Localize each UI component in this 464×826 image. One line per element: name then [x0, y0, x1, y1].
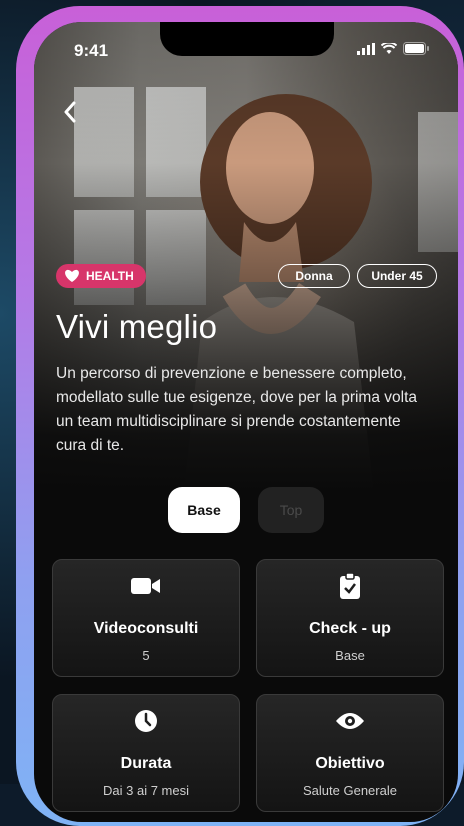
status-icons — [357, 42, 430, 55]
status-time: 9:41 — [74, 41, 109, 60]
chevron-left-icon — [64, 101, 76, 123]
back-button[interactable] — [54, 96, 86, 128]
feature-card-durata[interactable]: Durata Dai 3 ai 7 mesi — [52, 694, 240, 812]
status-bar: 9:41 — [34, 22, 458, 76]
wifi-icon — [381, 42, 397, 54]
feature-card-obiettivo[interactable]: Obiettivo Salute Generale — [256, 694, 444, 812]
feature-value: Salute Generale — [303, 783, 397, 798]
page-title: Vivi meglio — [56, 308, 218, 345]
health-tag: HEALTH — [56, 264, 146, 288]
phone-screen: 9:41 HEALTH Donna Under 45 Vivi meglio U… — [34, 22, 458, 822]
feature-label: Videoconsulti — [93, 620, 199, 637]
feature-card-check-up[interactable]: Check - up Base — [256, 559, 444, 677]
cellular-signal-icon — [357, 42, 375, 55]
eye-icon — [335, 709, 365, 733]
battery-icon — [403, 42, 429, 55]
clock-icon — [134, 709, 158, 733]
description: Un percorso di prevenzione e benessere c… — [56, 365, 418, 454]
feature-label: Check - up — [309, 620, 391, 637]
health-tag-label: HEALTH — [86, 269, 134, 283]
pill-under-45: Under 45 — [357, 264, 437, 288]
feature-label: Durata — [120, 755, 172, 772]
pill-donna: Donna — [278, 264, 350, 288]
notch — [160, 22, 334, 56]
feature-value: Dai 3 ai 7 mesi — [103, 783, 189, 798]
heart-icon — [65, 269, 79, 282]
feature-card-videoconsulti[interactable]: Videoconsulti 5 — [52, 559, 240, 677]
feature-value: Base — [335, 648, 365, 663]
video-camera-icon — [131, 574, 161, 598]
clipboard-check-icon — [340, 573, 360, 599]
feature-label: Obiettivo — [315, 755, 385, 772]
plan-option-top[interactable]: Top — [258, 487, 324, 533]
plan-option-base[interactable]: Base — [168, 487, 240, 533]
feature-value: 5 — [142, 648, 150, 663]
